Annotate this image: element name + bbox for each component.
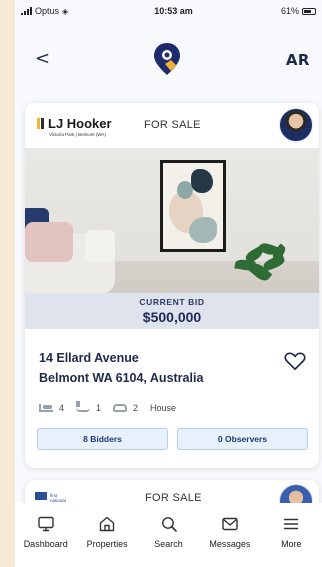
tab-more[interactable]: More	[261, 503, 322, 567]
bath-icon	[76, 401, 91, 412]
back-button[interactable]: <	[35, 48, 50, 69]
agency-branch: Victoria Park | Belmont (WA)	[49, 132, 106, 137]
monitor-icon	[38, 516, 54, 532]
property-address: 14 Ellard Avenue Belmont WA 6104, Austra…	[39, 348, 269, 388]
sale-status: FOR SALE	[144, 119, 201, 131]
app-screen: Optus ◈ 10:53 am 61% < AR LJ Hooker Vict…	[15, 0, 322, 567]
current-bid-label: CURRENT BID	[139, 297, 205, 307]
bath-count: 1	[96, 403, 102, 413]
address-line-1: 14 Ellard Avenue	[39, 351, 139, 365]
car-count: 2	[133, 403, 139, 413]
wifi-icon: ◈	[62, 6, 69, 16]
top-nav: < AR	[15, 38, 322, 78]
tab-label: Dashboard	[23, 539, 68, 549]
bidders-button[interactable]: 8 Bidders	[37, 428, 168, 450]
bottom-tab-bar: Dashboard Properties Search Messages Mor…	[15, 503, 322, 567]
car-icon	[113, 404, 128, 412]
menu-icon	[284, 518, 299, 530]
wall-art	[160, 160, 226, 252]
tab-label: Properties	[86, 539, 128, 549]
tab-label: More	[281, 539, 302, 549]
tab-properties[interactable]: Properties	[76, 503, 137, 567]
tab-label: Messages	[209, 539, 251, 549]
clock: 10:53 am	[154, 6, 193, 16]
bed-icon	[39, 404, 53, 412]
agency-name: first national	[50, 493, 66, 503]
signal-icon	[21, 7, 32, 15]
agency-logo-icon	[35, 492, 47, 500]
current-bid-band: CURRENT BID $500,000	[25, 293, 319, 329]
house-icon	[99, 516, 115, 532]
agency-logo-icon	[37, 118, 44, 129]
property-features: 4 1 2 House	[39, 401, 177, 413]
user-avatar-button[interactable]: AR	[286, 51, 310, 69]
carrier-label: Optus	[35, 6, 60, 16]
observers-button[interactable]: 0 Observers	[177, 428, 308, 450]
listing-stats: 8 Bidders 0 Observers	[37, 428, 308, 450]
plant	[225, 240, 295, 286]
status-bar: Optus ◈ 10:53 am 61%	[15, 0, 322, 22]
card-header: LJ Hooker Victoria Park | Belmont (WA) F…	[25, 103, 319, 148]
tab-search[interactable]: Search	[138, 503, 199, 567]
address-line-2: Belmont WA 6104, Australia	[39, 371, 204, 385]
tab-dashboard[interactable]: Dashboard	[15, 503, 76, 567]
tab-messages[interactable]: Messages	[199, 503, 260, 567]
agency-name: LJ Hooker	[48, 116, 112, 131]
search-icon	[161, 517, 177, 532]
battery-percent: 61%	[280, 6, 299, 16]
agency-logo: first national	[35, 492, 73, 503]
current-bid-value: $500,000	[142, 309, 202, 325]
battery-icon	[302, 7, 316, 15]
agency-logo: LJ Hooker Victoria Park | Belmont (WA)	[37, 116, 112, 137]
bed-count: 4	[59, 403, 65, 413]
property-type: House	[150, 403, 177, 413]
envelope-icon	[222, 517, 238, 531]
agent-avatar[interactable]	[279, 108, 313, 142]
property-photo[interactable]	[25, 148, 319, 293]
tab-label: Search	[154, 539, 183, 549]
app-logo-icon	[154, 43, 180, 75]
favorite-heart-icon[interactable]	[284, 351, 306, 371]
listing-card[interactable]: LJ Hooker Victoria Park | Belmont (WA) F…	[25, 103, 319, 468]
